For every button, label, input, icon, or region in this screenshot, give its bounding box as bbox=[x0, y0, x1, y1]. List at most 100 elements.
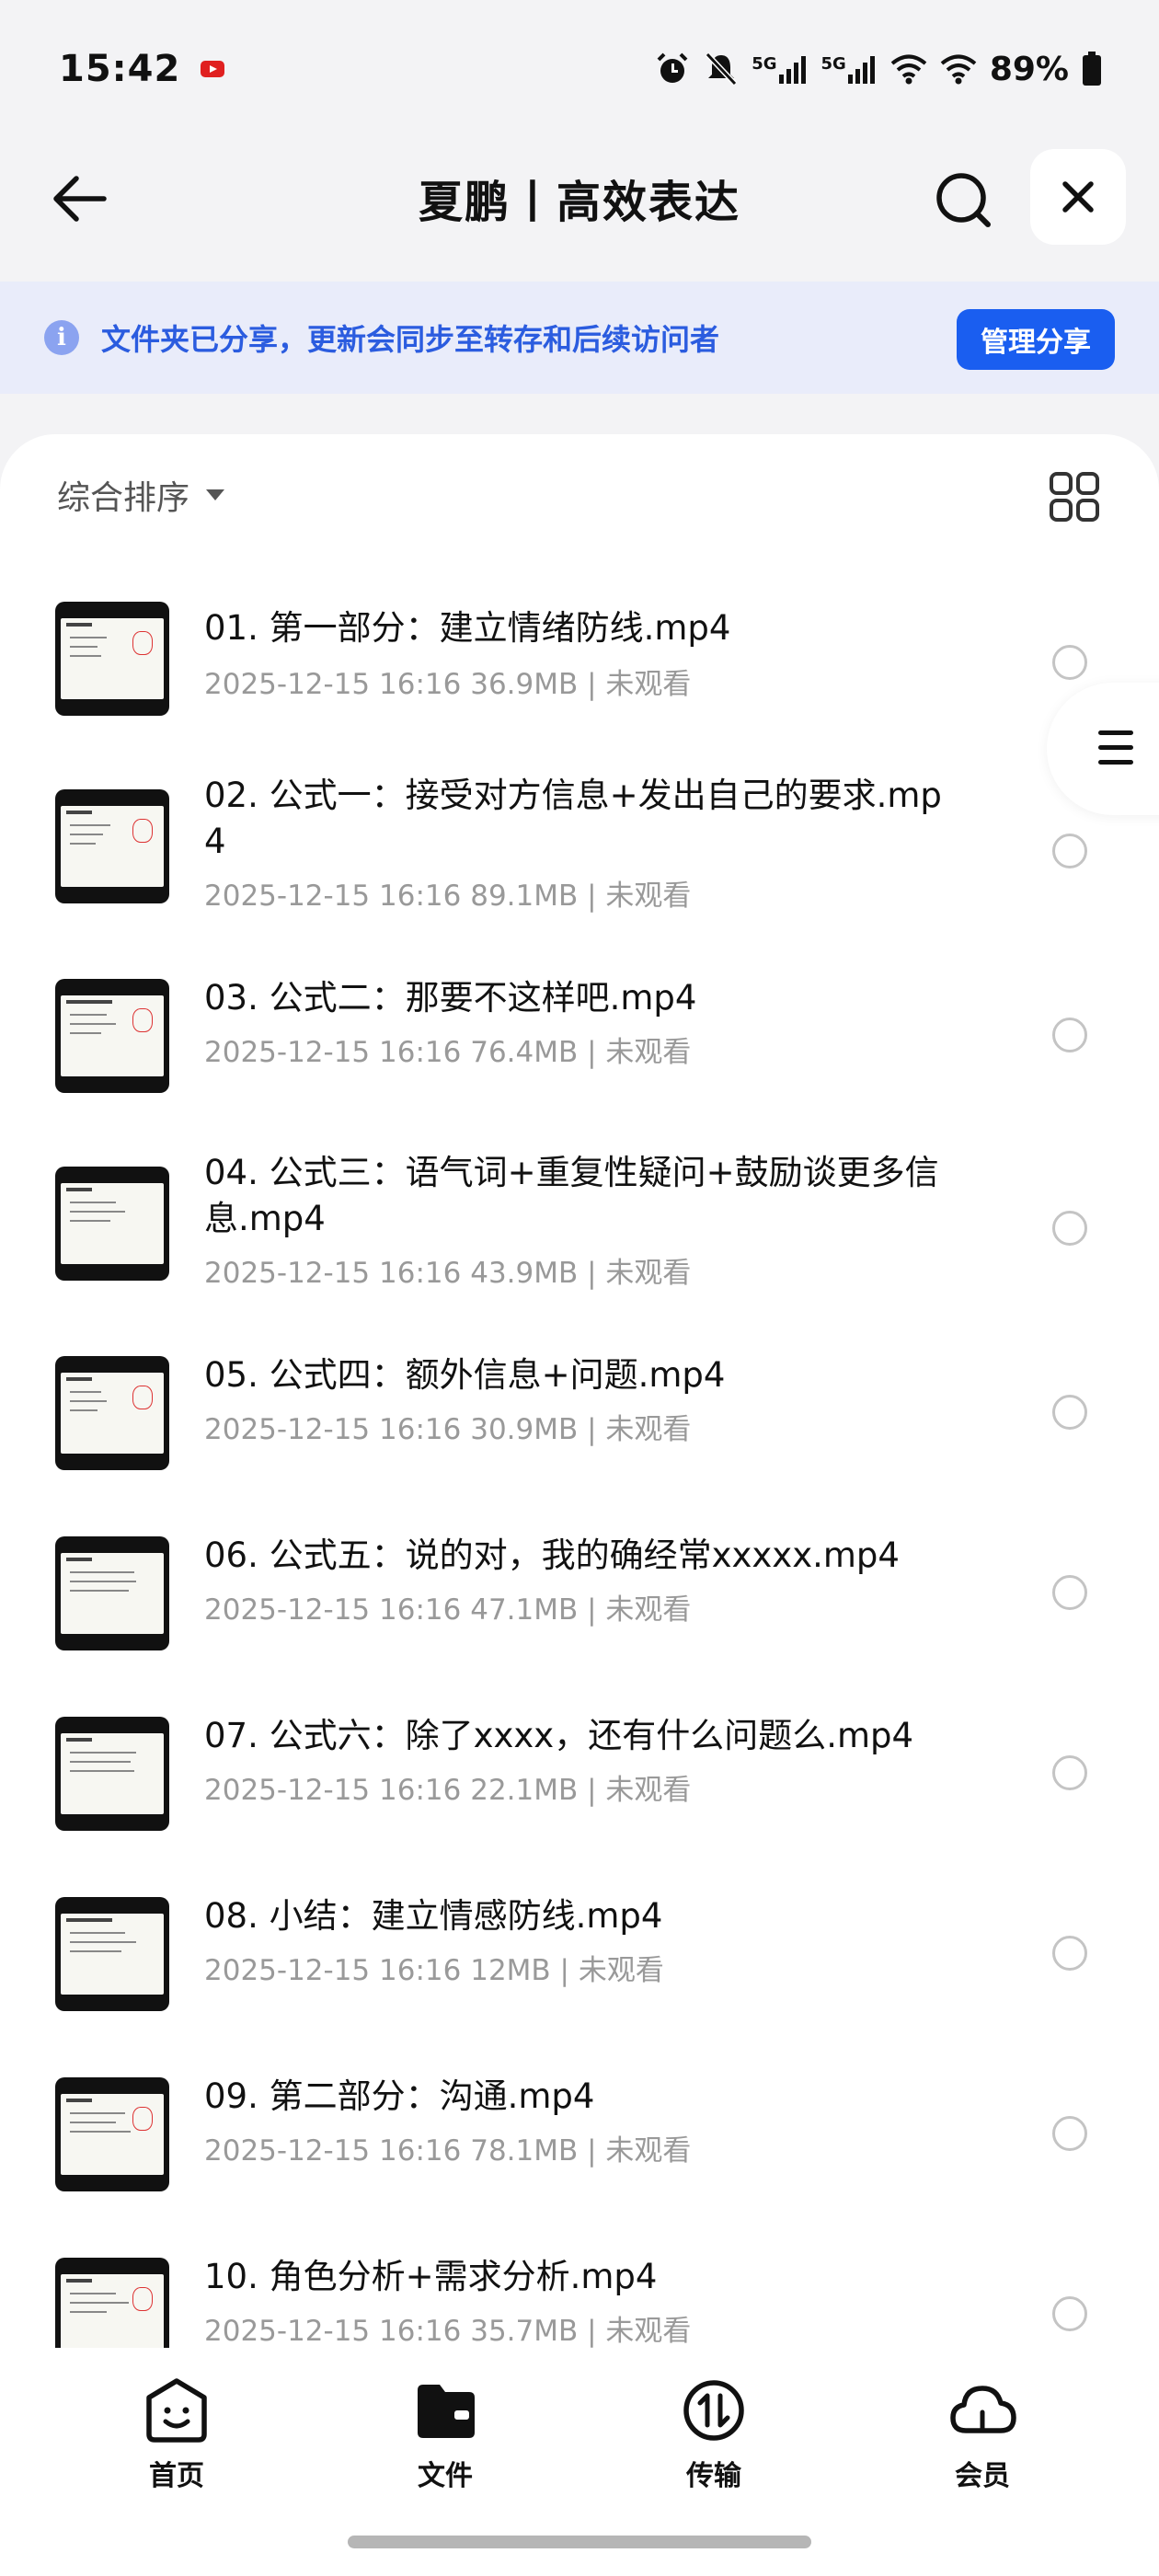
select-radio[interactable] bbox=[1052, 2296, 1087, 2331]
file-size: 36.9MB bbox=[470, 668, 579, 701]
smiley-icon bbox=[146, 2378, 207, 2443]
video-thumbnail bbox=[55, 2258, 169, 2348]
file-date: 2025-12-15 16:16 bbox=[204, 1257, 462, 1290]
file-row[interactable]: 03. 公式二：那要不这样吧.mp4 2025-12-15 16:16 76.4… bbox=[0, 949, 1159, 1130]
file-name: 09. 第二部分：沟通.mp4 bbox=[204, 2076, 595, 2116]
alarm-icon bbox=[657, 52, 688, 83]
nav-home[interactable]: 首页 bbox=[85, 2374, 269, 2493]
search-button[interactable] bbox=[927, 164, 1001, 237]
file-name: 03. 公式二：那要不这样吧.mp4 bbox=[204, 978, 697, 1018]
file-name: 10. 角色分析+需求分析.mp4 bbox=[204, 2257, 658, 2296]
file-name: 05. 公式四：额外信息+问题.mp4 bbox=[204, 1355, 726, 1395]
search-icon bbox=[936, 173, 991, 227]
file-row[interactable]: 05. 公式四：额外信息+问题.mp4 2025-12-15 16:16 30.… bbox=[0, 1327, 1159, 1507]
file-row[interactable]: 04. 公式三：语气词+重复性疑问+鼓励谈更多信息.mp4 2025-12-15… bbox=[0, 1130, 1159, 1327]
file-name: 06. 公式五：说的对，我的确经常xxxxx.mp4 bbox=[204, 1535, 900, 1575]
file-row[interactable]: 01. 第一部分：建立情绪防线.mp4 2025-12-15 16:16 36.… bbox=[0, 572, 1159, 753]
file-row[interactable]: 07. 公式六：除了xxxx，还有什么问题么.mp4 2025-12-15 16… bbox=[0, 1687, 1159, 1868]
watch-status: 未观看 bbox=[605, 2315, 692, 2348]
file-row[interactable]: 10. 角色分析+需求分析.mp4 2025-12-15 16:16 35.7M… bbox=[0, 2228, 1159, 2348]
file-meta: 2025-12-15 16:16 78.1MB | 未观看 bbox=[204, 2134, 692, 2168]
nav-label: 会员 bbox=[955, 2460, 1010, 2492]
file-date: 2025-12-15 16:16 bbox=[204, 1954, 462, 1987]
close-icon bbox=[1062, 181, 1094, 213]
file-size: 35.7MB bbox=[470, 2315, 579, 2348]
file-meta: 2025-12-15 16:16 35.7MB | 未观看 bbox=[204, 2315, 692, 2348]
video-thumbnail bbox=[55, 1167, 169, 1281]
nav-files[interactable]: 文件 bbox=[353, 2374, 537, 2493]
nav-label: 传输 bbox=[686, 2460, 741, 2492]
select-radio[interactable] bbox=[1052, 645, 1087, 680]
file-row[interactable]: 09. 第二部分：沟通.mp4 2025-12-15 16:16 78.1MB … bbox=[0, 2048, 1159, 2228]
battery-percent: 89% bbox=[989, 50, 1069, 88]
select-radio[interactable] bbox=[1052, 834, 1087, 868]
menu-icon bbox=[1098, 730, 1133, 775]
signal-icon bbox=[778, 56, 806, 84]
share-notice-text: 文件夹已分享，更新会同步至转存和后续访问者 bbox=[101, 322, 720, 357]
sort-label: 综合排序 bbox=[57, 479, 190, 517]
home-indicator[interactable] bbox=[348, 2536, 811, 2548]
sort-dropdown[interactable]: 综合排序 bbox=[57, 471, 225, 519]
close-button[interactable] bbox=[1030, 149, 1126, 245]
manage-share-button[interactable]: 管理分享 bbox=[957, 309, 1115, 370]
file-row[interactable]: 08. 小结：建立情感防线.mp4 2025-12-15 16:16 12MB … bbox=[0, 1868, 1159, 2048]
file-size: 12MB bbox=[470, 1954, 551, 1987]
youtube-notification-icon bbox=[201, 61, 225, 77]
file-date: 2025-12-15 16:16 bbox=[204, 2315, 462, 2348]
file-size: 89.1MB bbox=[470, 880, 579, 913]
info-icon: i bbox=[44, 320, 79, 355]
file-list: 01. 第一部分：建立情绪防线.mp4 2025-12-15 16:16 36.… bbox=[0, 572, 1159, 2348]
file-meta: 2025-12-15 16:16 43.9MB | 未观看 bbox=[204, 1257, 692, 1290]
watch-status: 未观看 bbox=[605, 1593, 692, 1627]
share-notice-banner: i 文件夹已分享，更新会同步至转存和后续访问者 管理分享 bbox=[0, 282, 1159, 394]
watch-status: 未观看 bbox=[605, 1036, 692, 1069]
select-radio[interactable] bbox=[1052, 2116, 1087, 2151]
file-date: 2025-12-15 16:16 bbox=[204, 880, 462, 913]
select-radio[interactable] bbox=[1052, 1936, 1087, 1971]
file-size: 78.1MB bbox=[470, 2134, 579, 2168]
file-size: 47.1MB bbox=[470, 1593, 579, 1627]
select-radio[interactable] bbox=[1052, 1211, 1087, 1246]
mute-icon bbox=[706, 52, 738, 86]
file-meta: 2025-12-15 16:16 30.9MB | 未观看 bbox=[204, 1413, 692, 1446]
grid-view-button[interactable] bbox=[1047, 469, 1102, 524]
select-radio[interactable] bbox=[1052, 1018, 1087, 1052]
file-name: 08. 小结：建立情感防线.mp4 bbox=[204, 1896, 663, 1936]
video-thumbnail bbox=[55, 979, 169, 1093]
select-radio[interactable] bbox=[1052, 1755, 1087, 1790]
nav-transfer[interactable]: 传输 bbox=[622, 2374, 806, 2493]
video-thumbnail bbox=[55, 789, 169, 903]
file-row[interactable]: 06. 公式五：说的对，我的确经常xxxxx.mp4 2025-12-15 16… bbox=[0, 1507, 1159, 1687]
file-meta: 2025-12-15 16:16 47.1MB | 未观看 bbox=[204, 1593, 692, 1627]
network-type-1: 5G bbox=[752, 54, 777, 74]
file-name: 04. 公式三：语气词+重复性疑问+鼓励谈更多信息.mp4 bbox=[204, 1153, 939, 1238]
watch-status: 未观看 bbox=[605, 2134, 692, 2168]
nav-vip[interactable]: 会员 bbox=[890, 2374, 1074, 2493]
file-size: 76.4MB bbox=[470, 1036, 579, 1069]
file-date: 2025-12-15 16:16 bbox=[204, 2134, 462, 2168]
nav-label: 首页 bbox=[149, 2460, 204, 2492]
grid-view-icon bbox=[1050, 472, 1099, 522]
title-bar: 夏鹏丨高效表达 bbox=[0, 138, 1159, 258]
file-date: 2025-12-15 16:16 bbox=[204, 1413, 462, 1446]
wifi-icon bbox=[940, 54, 977, 85]
file-date: 2025-12-15 16:16 bbox=[204, 1774, 462, 1807]
file-size: 30.9MB bbox=[470, 1413, 579, 1446]
video-thumbnail bbox=[55, 1536, 169, 1650]
file-row[interactable]: 02. 公式一：接受对方信息+发出自己的要求.mp4 2025-12-15 16… bbox=[0, 753, 1159, 949]
file-meta: 2025-12-15 16:16 89.1MB | 未观看 bbox=[204, 880, 692, 913]
file-size: 43.9MB bbox=[470, 1257, 579, 1290]
file-meta: 2025-12-15 16:16 22.1MB | 未观看 bbox=[204, 1774, 692, 1807]
file-name: 07. 公式六：除了xxxx，还有什么问题么.mp4 bbox=[204, 1716, 914, 1755]
video-thumbnail bbox=[55, 602, 169, 716]
file-meta: 2025-12-15 16:16 12MB | 未观看 bbox=[204, 1954, 664, 1987]
select-radio[interactable] bbox=[1052, 1395, 1087, 1430]
network-type-2: 5G bbox=[820, 54, 846, 74]
battery-icon bbox=[1083, 52, 1101, 86]
caret-down-icon bbox=[206, 489, 225, 500]
video-thumbnail bbox=[55, 2077, 169, 2191]
folder-icon bbox=[418, 2385, 475, 2438]
select-radio[interactable] bbox=[1052, 1575, 1087, 1610]
file-date: 2025-12-15 16:16 bbox=[204, 668, 462, 701]
file-name: 02. 公式一：接受对方信息+发出自己的要求.mp4 bbox=[204, 776, 942, 861]
